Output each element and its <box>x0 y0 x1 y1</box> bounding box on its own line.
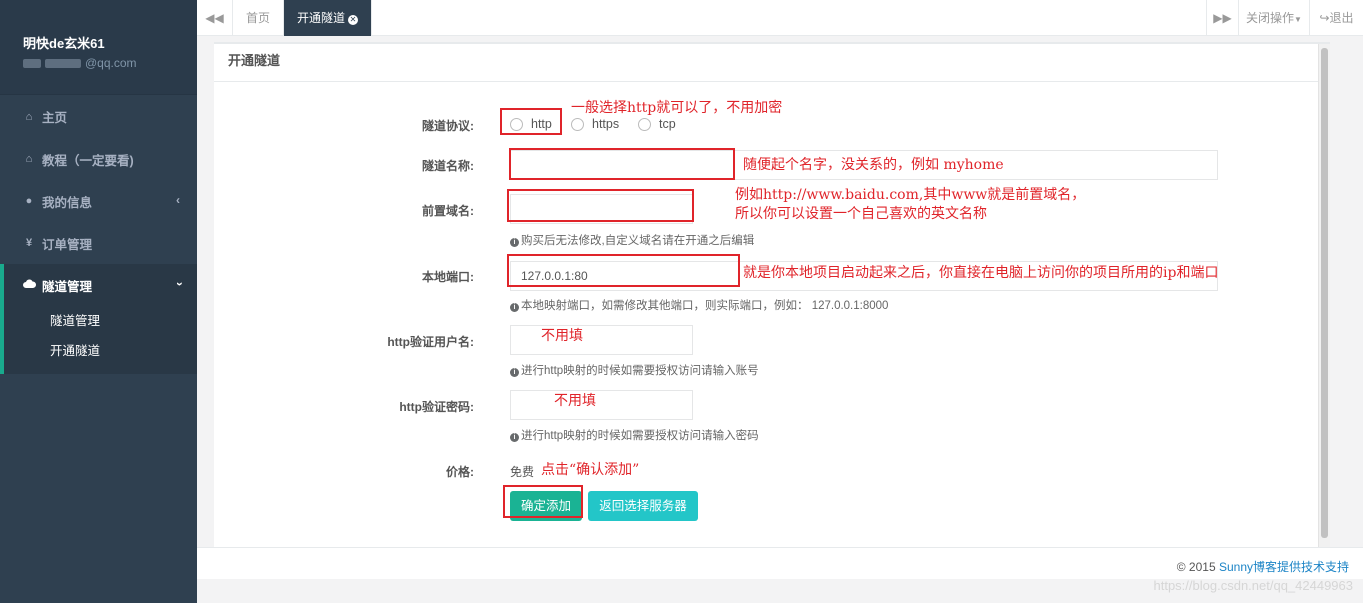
form-panel: 开通隧道 隧道协议: http https tcp 隧道名称: 前置域名: i购… <box>214 42 1330 554</box>
sidebar-item-home[interactable]: ⌂ 主页 <box>0 95 197 138</box>
top-bar: ◀◀ 首页 开通隧道 ✕ ▶▶ 关闭操作▼ ↪退出 <box>197 0 1363 36</box>
sidebar-item-label: 主页 <box>42 111 68 125</box>
double-chevron-left-icon: ◀◀ <box>205 11 224 25</box>
copyright-text: © 2015 <box>1176 560 1219 574</box>
sidebar: 明快de玄米61 @qq.com ⌂ 主页 ⌂ 教程（一定要看) ● 我的信息 … <box>0 0 197 603</box>
http-pass-label: http验证密码: <box>399 400 474 414</box>
radio-label: https <box>592 117 620 131</box>
radio-https[interactable]: https <box>571 117 619 131</box>
user-icon: ● <box>25 195 33 207</box>
sidebar-item-label: 教程（一定要看) <box>42 153 134 168</box>
logout-button[interactable]: ↪退出 <box>1310 0 1363 36</box>
annotation-box-protocol <box>500 108 562 135</box>
tunnel-name-label: 隧道名称: <box>422 159 474 173</box>
help-text: 进行http映射的时候如需要授权访问请输入密码 <box>521 430 759 442</box>
info-icon: i <box>510 368 519 377</box>
sidebar-item-my-info[interactable]: ● 我的信息 ‹ <box>0 180 197 222</box>
sidebar-item-orders[interactable]: ¥ 订单管理 <box>0 222 197 264</box>
logout-label: 退出 <box>1329 11 1354 25</box>
cloud-icon <box>22 279 36 291</box>
annotation-domain-line1: 例如http://www.baidu.com,其中www就是前置域名， <box>735 187 1086 203</box>
sidebar-item-label: 我的信息 <box>42 195 93 210</box>
user-profile: 明快de玄米61 @qq.com <box>0 0 197 95</box>
sidebar-item-tunnels[interactable]: 隧道管理 › <box>4 264 197 306</box>
logout-icon: ↪ <box>1319 11 1330 25</box>
annotation-box-port <box>507 254 740 287</box>
radio-circle[interactable] <box>571 117 584 131</box>
yen-icon: ¥ <box>25 237 33 249</box>
sidebar-item-label: 隧道管理 <box>42 279 93 294</box>
sidebar-item-label: 订单管理 <box>42 237 93 252</box>
sidebar-group-tunnels: 隧道管理 › 隧道管理 开通隧道 <box>0 264 197 374</box>
user-email: @qq.com <box>23 56 197 70</box>
annotation-submit: 点击“确认添加” <box>541 462 640 478</box>
copyright: © 2015 Sunny博客提供技术支持 <box>1177 558 1349 575</box>
radio-tcp[interactable]: tcp <box>638 117 676 131</box>
close-icon[interactable]: ✕ <box>348 15 359 25</box>
annotation-box-name <box>509 148 735 180</box>
annotation-box-domain <box>507 189 694 222</box>
user-name[interactable]: 明快de玄米61 <box>23 33 197 52</box>
annotation-protocol: 一般选择http就可以了，不用加密 <box>571 100 783 116</box>
caret-down-icon: ▼ <box>1294 15 1302 24</box>
http-user-label: http验证用户名: <box>387 335 474 349</box>
price-label: 价格: <box>446 465 474 479</box>
sidebar-item-tutorial[interactable]: ⌂ 教程（一定要看) <box>0 138 197 180</box>
radio-label: tcp <box>659 117 676 131</box>
close-ops-label: 关闭操作 <box>1246 11 1295 25</box>
footer: © 2015 Sunny博客提供技术支持 <box>197 547 1363 579</box>
home-icon: ⌂ <box>25 153 33 165</box>
annotation-name: 随便起个名字，没关系的，例如 myhome <box>743 157 1004 173</box>
scrollbar-thumb[interactable] <box>1321 48 1328 538</box>
watermark: https://blog.csdn.net/qq_42449963 <box>1153 578 1354 593</box>
port-label: 本地端口: <box>422 270 474 284</box>
scroll-right-button[interactable]: ▶▶ <box>1206 0 1239 36</box>
sidebar-subitem-tunnel-manage[interactable]: 隧道管理 <box>4 306 197 336</box>
http-user-input[interactable] <box>510 325 693 355</box>
protocol-label: 隧道协议: <box>422 119 474 133</box>
tab-home[interactable]: 首页 <box>233 0 285 36</box>
http-pass-input[interactable] <box>510 390 693 420</box>
radio-circle[interactable] <box>638 117 651 131</box>
help-text: 本地映射端口，如需修改其他端口，则实际端口，例如： 127.0.0.1:8000 <box>521 300 889 312</box>
info-icon: i <box>510 238 519 247</box>
info-icon: i <box>510 303 519 312</box>
sidebar-subitem-open-tunnel[interactable]: 开通隧道 <box>4 336 197 366</box>
close-operations-dropdown[interactable]: 关闭操作▼ <box>1239 0 1310 36</box>
email-suffix: @qq.com <box>85 56 137 70</box>
scrollbar[interactable] <box>1318 44 1330 554</box>
domain-help: i 购买后无法修改,自定义域名请在开通之后编辑 <box>510 232 754 248</box>
panel-title: 开通隧道 <box>214 44 1330 82</box>
double-chevron-right-icon: ▶▶ <box>1213 11 1232 25</box>
annotation-pass: 不用填 <box>554 393 596 409</box>
help-text: 购买后无法修改,自定义域名请在开通之后编辑 <box>521 235 755 247</box>
info-icon: i <box>510 433 519 442</box>
annotation-box-submit <box>503 485 583 518</box>
tab-open-tunnel[interactable]: 开通隧道 ✕ <box>284 0 373 36</box>
redacted-text <box>45 58 81 68</box>
annotation-port: 就是你本地项目启动起来之后，你直接在电脑上访问你的项目所用的ip和端口 <box>743 265 1219 281</box>
annotation-user: 不用填 <box>541 328 583 344</box>
footer-link[interactable]: Sunny博客提供技术支持 <box>1219 560 1349 574</box>
back-to-server-button[interactable]: 返回选择服务器 <box>588 491 698 521</box>
http-user-help: i 进行http映射的时候如需要授权访问请输入账号 <box>510 362 759 378</box>
scroll-left-button[interactable]: ◀◀ <box>197 0 233 36</box>
annotation-domain-line2: 所以你可以设置一个自己喜欢的英文名称 <box>735 206 987 222</box>
home-icon: ⌂ <box>25 110 33 123</box>
chevron-left-icon: ‹ <box>176 193 180 207</box>
redacted-text <box>23 58 41 68</box>
main-content: 开通隧道 隧道协议: http https tcp 隧道名称: 前置域名: i购… <box>197 37 1363 603</box>
tab-label: 开通隧道 <box>297 11 346 25</box>
port-help: i 本地映射端口，如需修改其他端口，则实际端口，例如： 127.0.0.1:800… <box>510 297 888 313</box>
domain-label: 前置域名: <box>422 204 474 218</box>
price-value: 免费 <box>510 465 535 479</box>
http-pass-help: i 进行http映射的时候如需要授权访问请输入密码 <box>510 427 759 443</box>
help-text: 进行http映射的时候如需要授权访问请输入账号 <box>521 365 759 377</box>
chevron-down-icon: › <box>173 282 187 286</box>
